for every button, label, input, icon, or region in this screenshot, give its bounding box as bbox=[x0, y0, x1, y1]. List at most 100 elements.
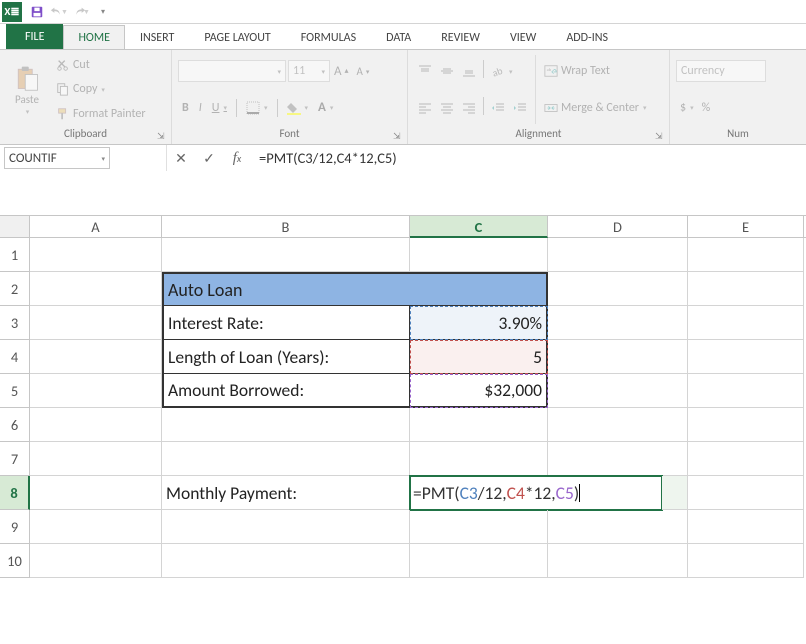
increase-font-button[interactable]: A▴ bbox=[330, 60, 353, 82]
cell-b6[interactable] bbox=[162, 408, 410, 442]
save-button[interactable] bbox=[26, 1, 48, 23]
tab-file[interactable]: FILE bbox=[6, 24, 63, 49]
cell-d1[interactable] bbox=[548, 238, 688, 272]
align-left-button[interactable] bbox=[414, 97, 436, 119]
cell-e4[interactable] bbox=[688, 340, 804, 374]
cancel-formula-button[interactable]: ✕ bbox=[167, 145, 195, 171]
align-right-button[interactable] bbox=[458, 97, 480, 119]
cell-a9[interactable] bbox=[30, 510, 162, 544]
cell-e5[interactable] bbox=[688, 374, 804, 408]
borders-button[interactable]: ▾ bbox=[242, 97, 272, 119]
cell-d2[interactable] bbox=[548, 272, 688, 306]
row-header-3[interactable]: 3 bbox=[0, 306, 30, 340]
cell-b2-c2-merged[interactable]: Auto Loan bbox=[162, 272, 548, 306]
cell-b9[interactable] bbox=[162, 510, 410, 544]
increase-indent-button[interactable] bbox=[509, 97, 531, 119]
orientation-button[interactable]: ab▾ bbox=[487, 60, 517, 82]
tab-page-layout[interactable]: PAGE LAYOUT bbox=[189, 25, 285, 49]
cell-d10[interactable] bbox=[548, 544, 688, 578]
cell-a4[interactable] bbox=[30, 340, 162, 374]
cell-d8[interactable] bbox=[662, 476, 688, 510]
cell-c8[interactable]: =PMT(C3/12,C4*12,C5) bbox=[410, 476, 662, 510]
cell-b3[interactable]: Interest Rate: bbox=[162, 306, 410, 340]
cell-e9[interactable] bbox=[688, 510, 804, 544]
row-header-9[interactable]: 9 bbox=[0, 510, 30, 544]
font-name-select[interactable]: ▾ bbox=[178, 60, 286, 82]
number-format-select[interactable]: Currency bbox=[676, 60, 766, 82]
cell-c5[interactable]: $32,000 bbox=[410, 374, 548, 408]
cell-b1[interactable] bbox=[162, 238, 410, 272]
cell-c10[interactable] bbox=[410, 544, 548, 578]
redo-button[interactable]: ▼ bbox=[70, 1, 92, 23]
alignment-launcher[interactable]: ⇲ bbox=[655, 131, 667, 143]
col-header-b[interactable]: B bbox=[162, 216, 410, 237]
tab-formulas[interactable]: FORMULAS bbox=[286, 25, 371, 49]
cell-d4[interactable] bbox=[548, 340, 688, 374]
cell-c6[interactable] bbox=[410, 408, 548, 442]
col-header-d[interactable]: D bbox=[548, 216, 688, 237]
tab-data[interactable]: DATA bbox=[371, 25, 426, 49]
copy-button[interactable]: Copy▾ bbox=[52, 78, 150, 100]
accounting-format-button[interactable]: $▾ bbox=[676, 97, 698, 119]
clipboard-launcher[interactable]: ⇲ bbox=[157, 131, 169, 143]
cell-d9[interactable] bbox=[548, 510, 688, 544]
format-painter-button[interactable]: Format Painter bbox=[52, 103, 150, 125]
cell-b8[interactable]: Monthly Payment: bbox=[162, 476, 410, 510]
cell-a1[interactable] bbox=[30, 238, 162, 272]
cell-a7[interactable] bbox=[30, 442, 162, 476]
cell-a6[interactable] bbox=[30, 408, 162, 442]
select-all-button[interactable] bbox=[0, 216, 30, 237]
cell-c3[interactable]: 3.90% bbox=[410, 306, 548, 340]
cell-d5[interactable] bbox=[548, 374, 688, 408]
cell-d7[interactable] bbox=[548, 442, 688, 476]
tab-review[interactable]: REVIEW bbox=[426, 25, 495, 49]
cell-e8[interactable] bbox=[688, 476, 804, 510]
decrease-indent-button[interactable] bbox=[487, 97, 509, 119]
enter-formula-button[interactable]: ✓ bbox=[195, 145, 223, 171]
insert-function-button[interactable]: fx bbox=[223, 145, 251, 171]
cell-b5[interactable]: Amount Borrowed: bbox=[162, 374, 410, 408]
tab-addins[interactable]: ADD-INS bbox=[551, 25, 623, 49]
formula-input[interactable] bbox=[259, 149, 802, 209]
name-box[interactable]: COUNTIF ▾ bbox=[4, 147, 110, 169]
align-middle-button[interactable] bbox=[436, 60, 458, 82]
row-header-2[interactable]: 2 bbox=[0, 272, 30, 306]
cell-a8[interactable] bbox=[30, 476, 162, 510]
row-header-8[interactable]: 8 bbox=[0, 476, 30, 510]
align-center-button[interactable] bbox=[436, 97, 458, 119]
cell-c9[interactable] bbox=[410, 510, 548, 544]
row-header-7[interactable]: 7 bbox=[0, 442, 30, 476]
customize-qat[interactable]: ▾ bbox=[92, 1, 114, 23]
row-header-6[interactable]: 6 bbox=[0, 408, 30, 442]
italic-button[interactable]: I bbox=[195, 97, 206, 119]
fill-color-button[interactable]: ▾ bbox=[283, 97, 313, 119]
cell-e10[interactable] bbox=[688, 544, 804, 578]
col-header-c[interactable]: C bbox=[410, 216, 548, 238]
cell-a2[interactable] bbox=[30, 272, 162, 306]
row-header-1[interactable]: 1 bbox=[0, 238, 30, 272]
cell-d3[interactable] bbox=[548, 306, 688, 340]
percent-format-button[interactable]: % bbox=[698, 97, 715, 119]
decrease-font-button[interactable]: A▾ bbox=[353, 60, 374, 82]
align-bottom-button[interactable] bbox=[458, 60, 480, 82]
cell-e2[interactable] bbox=[688, 272, 804, 306]
merge-center-button[interactable]: Merge & Center▾ bbox=[540, 97, 651, 119]
row-header-5[interactable]: 5 bbox=[0, 374, 30, 408]
col-header-e[interactable]: E bbox=[688, 216, 804, 237]
font-size-select[interactable]: 11▾ bbox=[288, 60, 330, 82]
cut-button[interactable]: Cut bbox=[52, 54, 150, 76]
font-color-button[interactable]: A▾ bbox=[314, 97, 337, 119]
cell-c7[interactable] bbox=[410, 442, 548, 476]
row-header-10[interactable]: 10 bbox=[0, 544, 30, 578]
cell-e6[interactable] bbox=[688, 408, 804, 442]
tab-insert[interactable]: INSERT bbox=[125, 25, 189, 49]
undo-button[interactable]: ▼ bbox=[48, 1, 70, 23]
cell-a10[interactable] bbox=[30, 544, 162, 578]
tab-home[interactable]: HOME bbox=[63, 25, 125, 50]
wrap-text-button[interactable]: ab Wrap Text bbox=[540, 60, 651, 82]
cell-a3[interactable] bbox=[30, 306, 162, 340]
cell-c1[interactable] bbox=[410, 238, 548, 272]
cell-e1[interactable] bbox=[688, 238, 804, 272]
cell-b4[interactable]: Length of Loan (Years): bbox=[162, 340, 410, 374]
cell-a5[interactable] bbox=[30, 374, 162, 408]
